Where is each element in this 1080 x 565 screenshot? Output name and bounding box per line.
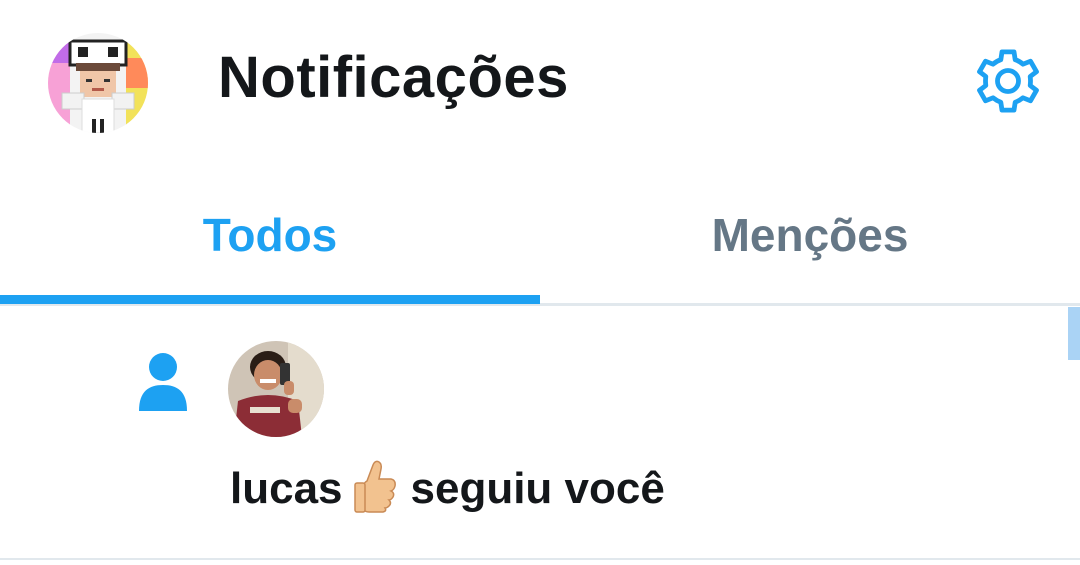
notifications-screen: Notificações Todos Menções lucas seguiu … bbox=[0, 0, 1080, 565]
profile-avatar-image bbox=[48, 33, 148, 133]
header: Notificações bbox=[0, 0, 1080, 160]
notification-text: lucas seguiu você bbox=[230, 456, 665, 532]
divider bbox=[0, 558, 1080, 560]
tab-mencoes[interactable]: Menções bbox=[540, 160, 1080, 303]
profile-avatar[interactable] bbox=[48, 33, 148, 133]
follower-avatar-image bbox=[228, 341, 324, 437]
follower-avatar[interactable] bbox=[228, 341, 324, 437]
tab-bar: Todos Menções bbox=[0, 160, 1080, 306]
notification-username[interactable]: lucas bbox=[230, 464, 343, 513]
page-title: Notificações bbox=[218, 45, 569, 110]
notification-item[interactable]: lucas seguiu você bbox=[0, 306, 1080, 560]
settings-button[interactable] bbox=[972, 45, 1044, 117]
notification-action: seguiu você bbox=[410, 464, 665, 513]
thumbs-up-icon bbox=[353, 459, 397, 532]
active-tab-indicator bbox=[0, 295, 540, 304]
gear-icon bbox=[977, 49, 1039, 113]
person-follow-icon bbox=[136, 351, 190, 411]
tab-todos[interactable]: Todos bbox=[0, 160, 540, 303]
